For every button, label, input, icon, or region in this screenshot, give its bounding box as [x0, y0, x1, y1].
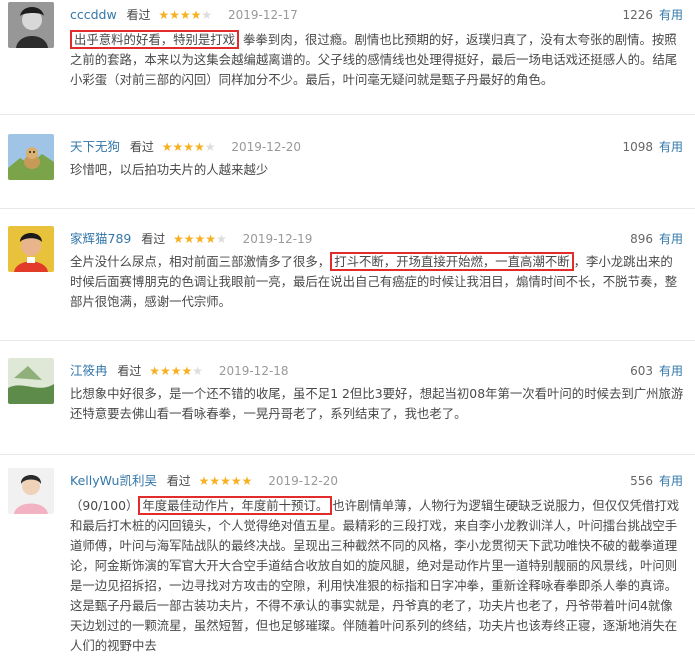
- seen-label: 看过: [126, 8, 151, 22]
- avatar[interactable]: [8, 2, 54, 48]
- author-link[interactable]: 江筱冉: [70, 363, 108, 378]
- divider: [0, 454, 695, 455]
- vote-count: 603: [630, 364, 653, 378]
- review-meta: 江筱冉 看过 ★★★★★ 2019-12-18: [70, 362, 289, 380]
- avatar[interactable]: [8, 134, 54, 180]
- avatar[interactable]: [8, 226, 54, 272]
- vote-area: 1226 有用: [622, 6, 683, 24]
- avatar[interactable]: [8, 468, 54, 514]
- review-text-before: 全片没什么尿点，相对前面三部激情多了很多，: [70, 254, 331, 269]
- seen-label: 看过: [166, 474, 191, 488]
- review-date: 2019-12-19: [242, 232, 313, 246]
- review-meta: 家辉猫789 看过 ★★★★★ 2019-12-19: [70, 230, 312, 248]
- rating-stars: ★★★★★: [173, 232, 227, 246]
- vote-area: 1098 有用: [622, 138, 683, 156]
- useful-button[interactable]: 有用: [659, 140, 683, 154]
- rating-stars: ★★★★★: [161, 140, 216, 154]
- highlight-box: 打斗不断，开场直接开始燃，一直高潮不断: [330, 252, 574, 271]
- rating-stars: ★★★★★: [198, 474, 253, 488]
- avatar[interactable]: [8, 358, 54, 404]
- review-content: 全片没什么尿点，相对前面三部激情多了很多， 打斗不断，开场直接开始燃，一直高潮不断…: [70, 252, 685, 312]
- review-text-before: （90/100）: [70, 498, 139, 513]
- seen-label: 看过: [129, 140, 154, 154]
- divider: [0, 340, 695, 341]
- highlight-box: 出乎意料的好看，特别是打戏: [70, 30, 240, 49]
- rating-stars: ★★★★★: [158, 8, 213, 22]
- author-link[interactable]: KellyWu凯利吴: [70, 473, 157, 488]
- review-date: 2019-12-18: [218, 364, 289, 378]
- review-text: 比想象中好很多，是一个还不错的收尾，虽不足1 2但比3要好，想起当初08年第一次…: [70, 386, 684, 421]
- rating-stars: ★★★★★: [149, 364, 203, 378]
- author-link[interactable]: cccddw: [70, 7, 117, 22]
- review-text: 也许剧情单薄，人物行为逻辑生硬缺乏说服力，但仅仅凭借打戏和最后打木桩的闪回镜头，…: [70, 498, 680, 653]
- vote-area: 603 有用: [630, 362, 683, 380]
- useful-button[interactable]: 有用: [659, 474, 683, 488]
- review-content: 比想象中好很多，是一个还不错的收尾，虽不足1 2但比3要好，想起当初08年第一次…: [70, 384, 685, 424]
- review-content: 珍惜吧，以后拍功夫片的人越来越少: [70, 160, 685, 180]
- author-link[interactable]: 家辉猫789: [70, 231, 131, 246]
- review-date: 2019-12-20: [231, 140, 302, 154]
- useful-button[interactable]: 有用: [659, 8, 683, 22]
- vote-area: 896 有用: [630, 230, 683, 248]
- review-text: 珍惜吧，以后拍功夫片的人越来越少: [70, 162, 269, 177]
- divider: [0, 114, 695, 115]
- vote-count: 896: [630, 232, 653, 246]
- vote-count: 556: [630, 474, 653, 488]
- seen-label: 看过: [141, 232, 166, 246]
- divider: [0, 208, 695, 209]
- review-date: 2019-12-17: [228, 8, 298, 22]
- author-link[interactable]: 天下无狗: [70, 139, 120, 154]
- review-content: （90/100） 年度最佳动作片，年度前十预订。 也许剧情单薄，人物行为逻辑生硬缺乏…: [70, 496, 685, 656]
- review-meta: KellyWu凯利吴 看过 ★★★★★ 2019-12-20: [70, 472, 338, 490]
- review-date: 2019-12-20: [268, 474, 338, 488]
- review-content: 出乎意料的好看，特别是打戏 拳拳到肉，很过瘾。剧情也比预期的好，返璞归真了，没有…: [70, 30, 685, 90]
- useful-button[interactable]: 有用: [659, 232, 683, 246]
- review-meta: 天下无狗 看过 ★★★★★ 2019-12-20: [70, 138, 301, 156]
- vote-area: 556 有用: [630, 472, 683, 490]
- vote-count: 1098: [622, 140, 653, 154]
- review-meta: cccddw 看过 ★★★★★ 2019-12-17: [70, 6, 298, 24]
- vote-count: 1226: [622, 8, 653, 22]
- highlight-box: 年度最佳动作片，年度前十预订。: [138, 496, 333, 515]
- useful-button[interactable]: 有用: [659, 364, 683, 378]
- seen-label: 看过: [117, 364, 142, 378]
